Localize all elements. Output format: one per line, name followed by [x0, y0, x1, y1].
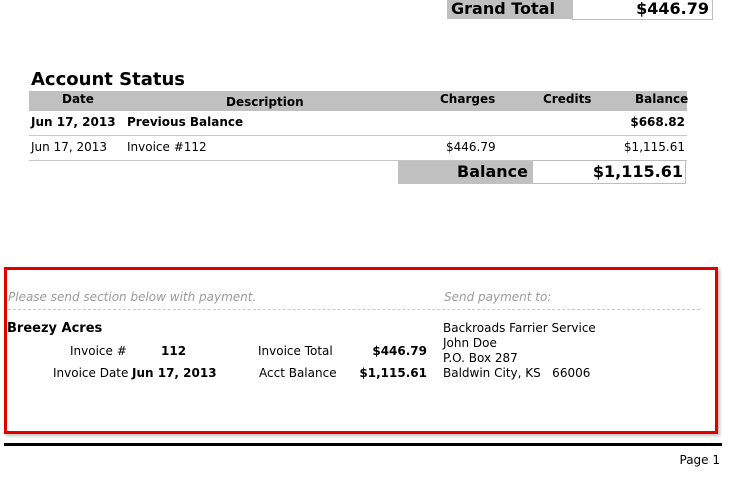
- remit-company: Backroads Farrier Service: [443, 321, 596, 335]
- remit-name: John Doe: [443, 336, 497, 350]
- account-table-header: Date Description Charges Credits Balance: [29, 91, 689, 111]
- page-number: Page 1: [679, 453, 721, 467]
- row-description: Previous Balance: [127, 115, 244, 129]
- col-credits: Credits: [543, 92, 592, 106]
- send-to-hint: Send payment to:: [444, 290, 552, 304]
- invoice-date-value: Jun 17, 2013: [132, 366, 217, 380]
- customer-name: Breezy Acres: [7, 321, 103, 336]
- row-charges: $446.79: [446, 140, 496, 154]
- row-balance: $1,115.61: [623, 140, 685, 154]
- invoice-total-value: $446.79: [372, 344, 427, 358]
- grand-total-value: $446.79: [572, 0, 713, 20]
- invoice-number-label: Invoice #: [70, 344, 127, 358]
- remit-city: Baldwin City, KS 66006: [443, 366, 591, 380]
- invoice-date-label: Invoice Date: [53, 366, 129, 380]
- col-description: Description: [226, 95, 304, 109]
- acct-balance-value: $1,115.61: [359, 366, 427, 380]
- account-status-title: Account Status: [31, 69, 185, 90]
- invoice-number-value: 112: [161, 344, 187, 358]
- remit-address: P.O. Box 287: [443, 351, 518, 365]
- acct-balance-label: Acct Balance: [259, 366, 337, 380]
- row-date: Jun 17, 2013: [31, 115, 116, 129]
- table-row-previous-balance: Jun 17, 2013 Previous Balance $668.82: [29, 111, 687, 136]
- balance-label: Balance: [398, 161, 532, 184]
- col-date: Date: [62, 92, 94, 106]
- cut-line-divider: [8, 309, 700, 310]
- table-row-invoice: Jun 17, 2013 Invoice #112 $446.79 $1,115…: [29, 136, 687, 161]
- row-description: Invoice #112: [127, 140, 207, 154]
- row-date: Jun 17, 2013: [31, 140, 108, 154]
- balance-value: $1,115.61: [532, 160, 686, 184]
- row-balance: $668.82: [630, 115, 685, 129]
- footer-rule: [4, 443, 722, 446]
- remit-address-block: Backroads Farrier Service John Doe P.O. …: [443, 321, 596, 381]
- col-balance: Balance: [635, 92, 689, 106]
- grand-total-label: Grand Total: [447, 0, 572, 19]
- invoice-total-label: Invoice Total: [258, 344, 333, 358]
- send-section-hint: Please send section below with payment.: [8, 290, 257, 304]
- col-charges: Charges: [440, 92, 496, 106]
